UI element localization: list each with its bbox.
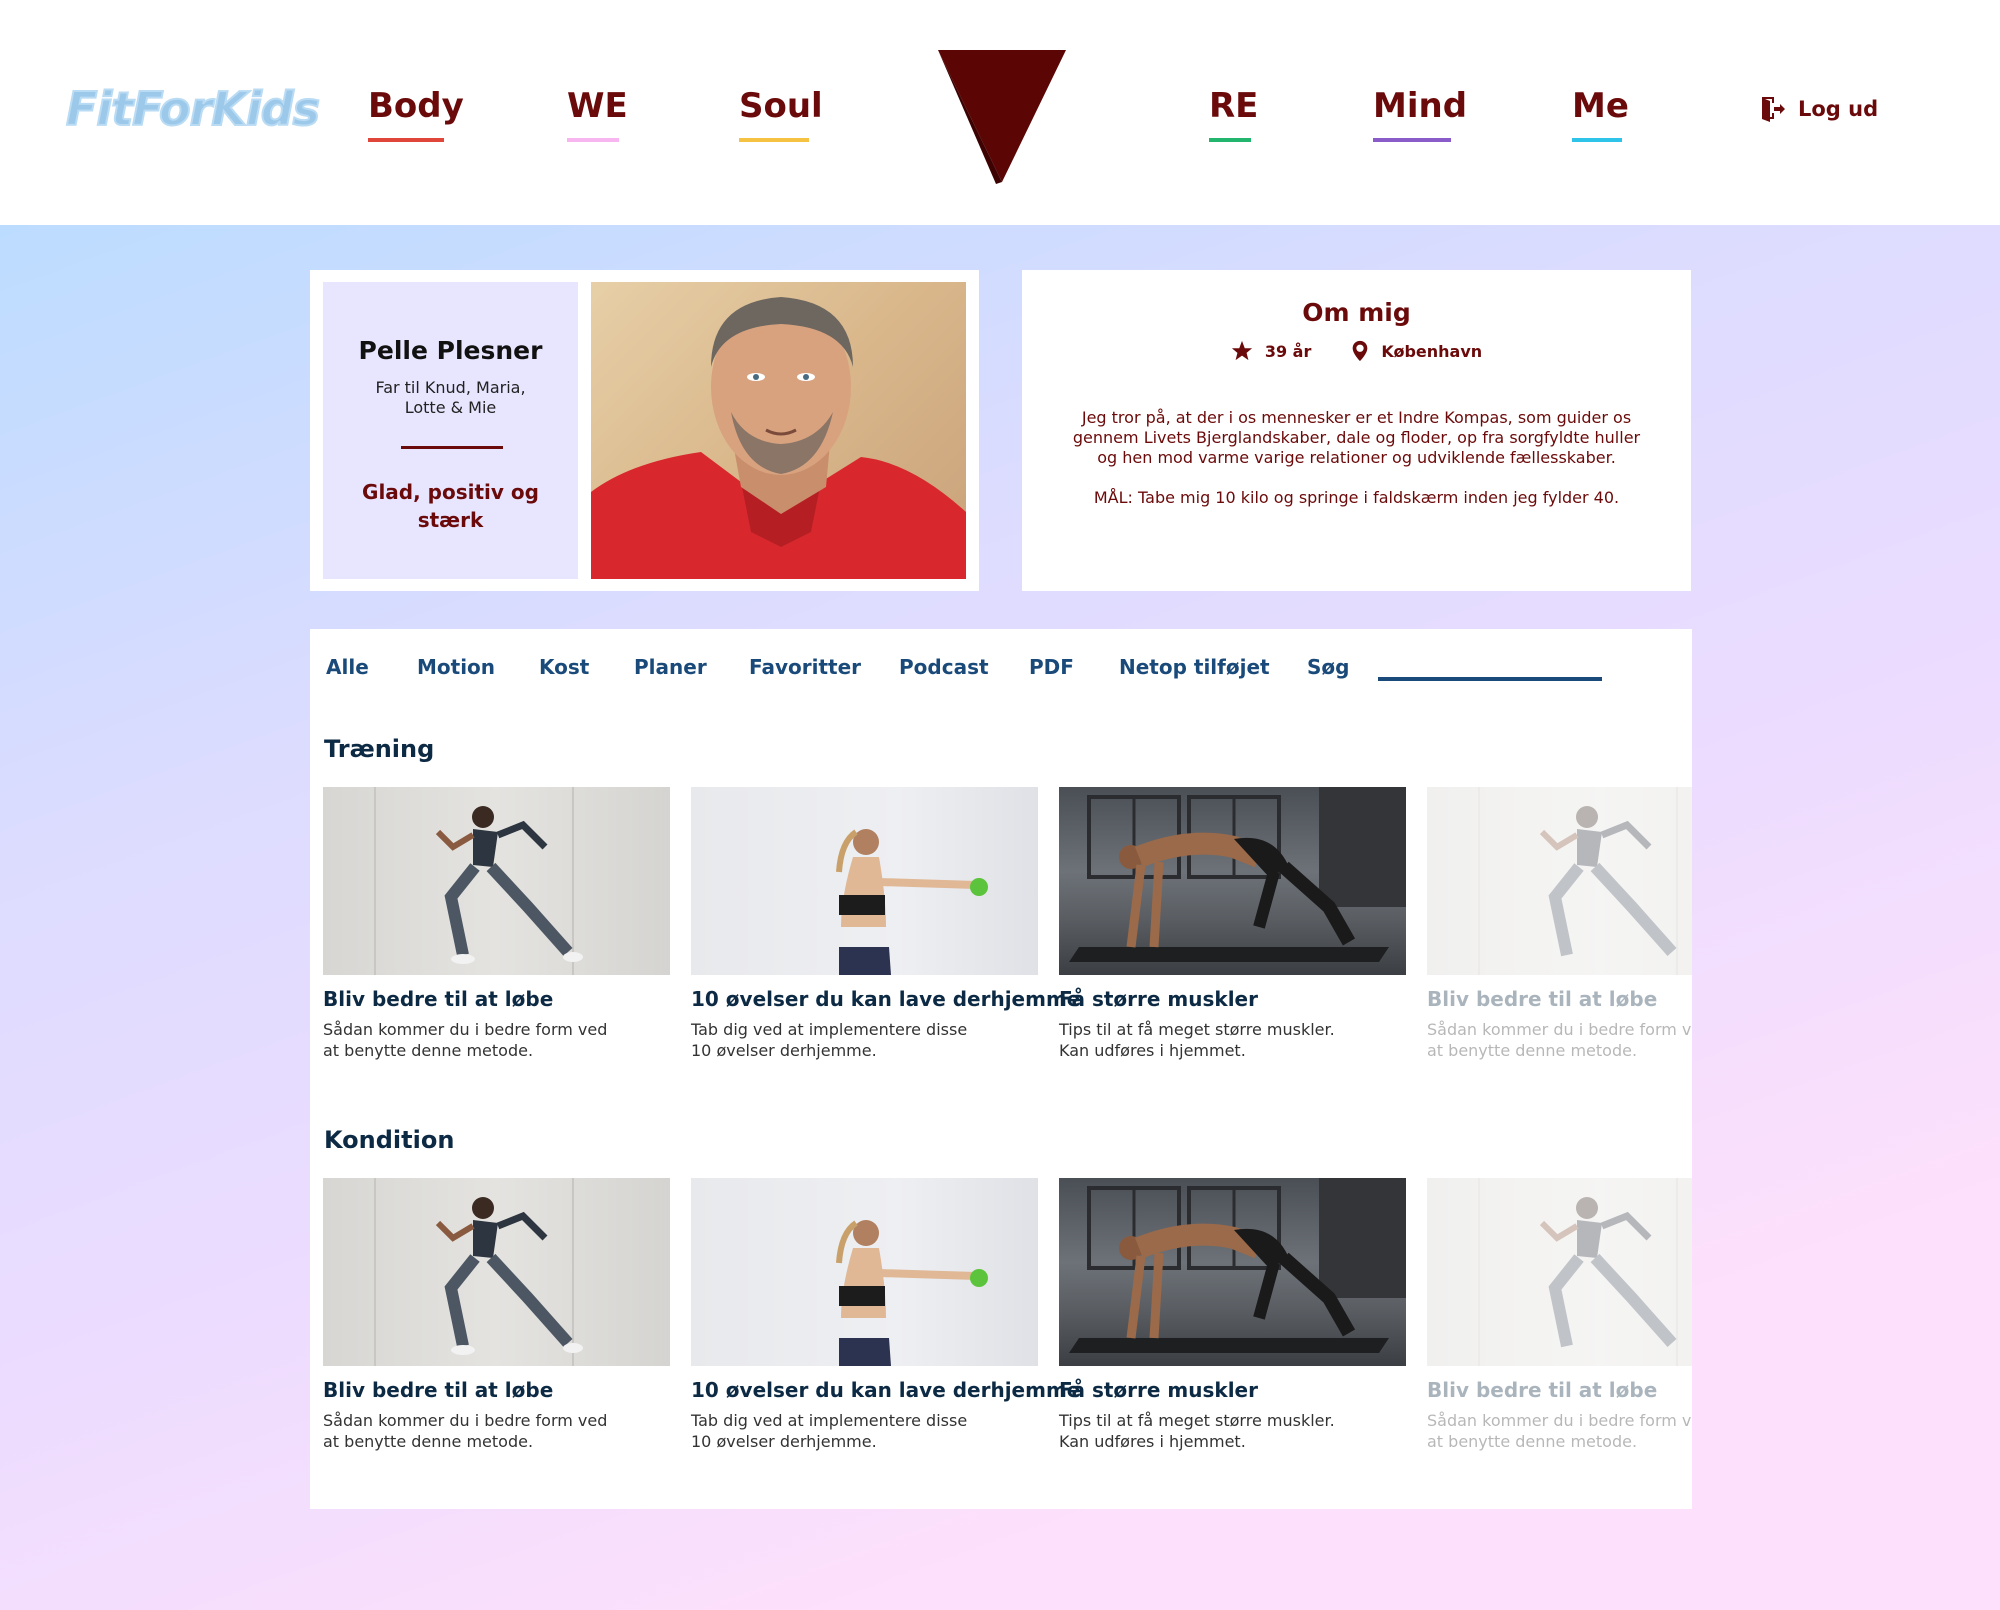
nav-re-underline — [1209, 138, 1251, 142]
content-card[interactable]: Få større muskler Tips til at få meget s… — [1059, 1178, 1406, 1452]
profile-card: Pelle Plesner Far til Knud, Maria, Lotte… — [310, 270, 979, 591]
nav-we-label: WE — [567, 86, 628, 126]
card-image-runner — [323, 1178, 670, 1366]
card-description: Sådan kommer du i bedre form ved at beny… — [1427, 1020, 1692, 1060]
card-title: Bliv bedre til at løbe — [323, 987, 554, 1011]
tab-sog[interactable]: Søg — [1307, 655, 1349, 679]
content-card[interactable]: 10 øvelser du kan lave derhjemme Tab dig… — [691, 787, 1081, 1061]
card-title: Bliv bedre til at løbe — [1427, 1378, 1658, 1402]
content-card[interactable]: Få større muskler Tips til at få meget s… — [1059, 787, 1406, 1061]
tab-favoritter[interactable]: Favoritter — [749, 655, 861, 679]
city-value: København — [1381, 341, 1483, 361]
card-image-runner — [323, 787, 670, 975]
about-meta: 39 år København — [1022, 340, 1691, 362]
profile-photo — [591, 282, 966, 579]
content-card[interactable]: Bliv bedre til at løbe Sådan kommer du i… — [323, 1178, 670, 1452]
profile-name: Pelle Plesner — [358, 336, 543, 365]
about-title: Om mig — [1302, 298, 1411, 327]
card-image-woman-ball — [691, 787, 1038, 975]
tab-pdf[interactable]: PDF — [1029, 655, 1074, 679]
nav-we-underline — [567, 138, 619, 142]
card-description: Tips til at få meget større muskler. Kan… — [1059, 1411, 1335, 1451]
card-title: 10 øvelser du kan lave derhjemme — [691, 1378, 1081, 1402]
nav-soul-underline — [739, 138, 809, 142]
nav-body-label: Body — [368, 86, 464, 126]
card-title: Få større muskler — [1059, 1378, 1258, 1402]
profile-portrait-image — [591, 297, 966, 579]
section-title-kondition: Kondition — [324, 1126, 455, 1154]
age-value: 39 år — [1264, 341, 1312, 361]
nav-soul-label: Soul — [739, 86, 823, 126]
star-icon — [1231, 340, 1252, 361]
fitforkids-logo[interactable]: FitForKids — [65, 81, 321, 137]
nav-me-label: Me — [1572, 86, 1629, 126]
about-card: Om mig 39 år København Jeg tror på, at d… — [1022, 270, 1691, 591]
tab-kost[interactable]: Kost — [539, 655, 589, 679]
content-card[interactable]: Bliv bedre til at løbe Sådan kommer du i… — [1427, 787, 1692, 1061]
content-card[interactable]: Bliv bedre til at løbe Sådan kommer du i… — [323, 787, 670, 1061]
card-description: Tab dig ved at implementere disse 10 øve… — [691, 1411, 968, 1451]
location-info: København — [1351, 340, 1482, 362]
tab-podcast[interactable]: Podcast — [899, 655, 989, 679]
content-card[interactable]: 10 øvelser du kan lave derhjemme Tab dig… — [691, 1178, 1081, 1452]
tab-planer[interactable]: Planer — [634, 655, 707, 679]
nav-body-underline — [368, 138, 444, 142]
profile-mood: Glad, positiv og stærk — [362, 480, 539, 532]
tab-netop-tilfojet[interactable]: Netop tilføjet — [1119, 655, 1270, 679]
home-triangle-icon[interactable] — [936, 48, 1068, 184]
content-card[interactable]: Bliv bedre til at løbe Sådan kommer du i… — [1427, 1178, 1692, 1452]
nav-we[interactable]: WE — [567, 86, 628, 146]
search-input[interactable] — [1378, 677, 1602, 681]
nav-mind[interactable]: Mind — [1373, 86, 1467, 146]
tab-alle[interactable]: Alle — [326, 655, 369, 679]
card-image-man-pushup — [1059, 787, 1406, 975]
card-image-woman-ball — [691, 1178, 1038, 1366]
logout-button[interactable]: Log ud — [1760, 92, 1878, 126]
logout-label: Log ud — [1798, 97, 1879, 121]
age-info: 39 år — [1231, 340, 1312, 362]
card-title: 10 øvelser du kan lave derhjemme — [691, 987, 1081, 1011]
profile-divider — [401, 446, 503, 449]
tab-motion[interactable]: Motion — [417, 655, 495, 679]
card-description: Sådan kommer du i bedre form ved at beny… — [323, 1020, 608, 1060]
card-title: Bliv bedre til at løbe — [1427, 987, 1658, 1011]
nav-re[interactable]: RE — [1209, 86, 1258, 146]
nav-mind-label: Mind — [1373, 86, 1468, 126]
nav-soul[interactable]: Soul — [739, 86, 823, 146]
content-panel: Alle Motion Kost Planer Favoritter Podca… — [310, 629, 1692, 1509]
card-title: Bliv bedre til at løbe — [323, 1378, 554, 1402]
nav-me-underline — [1572, 138, 1622, 142]
card-image-runner — [1427, 1178, 1692, 1366]
card-description: Sådan kommer du i bedre form ved at beny… — [323, 1411, 608, 1451]
location-pin-icon — [1353, 340, 1368, 362]
nav-re-label: RE — [1209, 86, 1259, 126]
nav-body[interactable]: Body — [368, 86, 464, 146]
about-text: Jeg tror på, at der i os mennesker er et… — [1072, 408, 1641, 467]
card-description: Sådan kommer du i bedre form ved at beny… — [1427, 1411, 1692, 1451]
card-description: Tab dig ved at implementere disse 10 øve… — [691, 1020, 968, 1060]
card-image-man-pushup — [1059, 1178, 1406, 1366]
profile-info: Pelle Plesner Far til Knud, Maria, Lotte… — [323, 282, 578, 579]
section-title-traening: Træning — [324, 735, 435, 763]
top-header: FitForKids Body WE Soul RE Mind Me Log u… — [0, 0, 2000, 225]
profile-family: Far til Knud, Maria, Lotte & Mie — [375, 378, 526, 417]
about-goal: MÅL: Tabe mig 10 kilo og springe i falds… — [1093, 488, 1620, 507]
card-title: Få større muskler — [1059, 987, 1258, 1011]
card-image-runner — [1427, 787, 1692, 975]
nav-me[interactable]: Me — [1572, 86, 1629, 146]
card-description: Tips til at få meget større muskler. Kan… — [1059, 1020, 1335, 1060]
logout-icon — [1762, 97, 1785, 122]
nav-mind-underline — [1373, 138, 1451, 142]
